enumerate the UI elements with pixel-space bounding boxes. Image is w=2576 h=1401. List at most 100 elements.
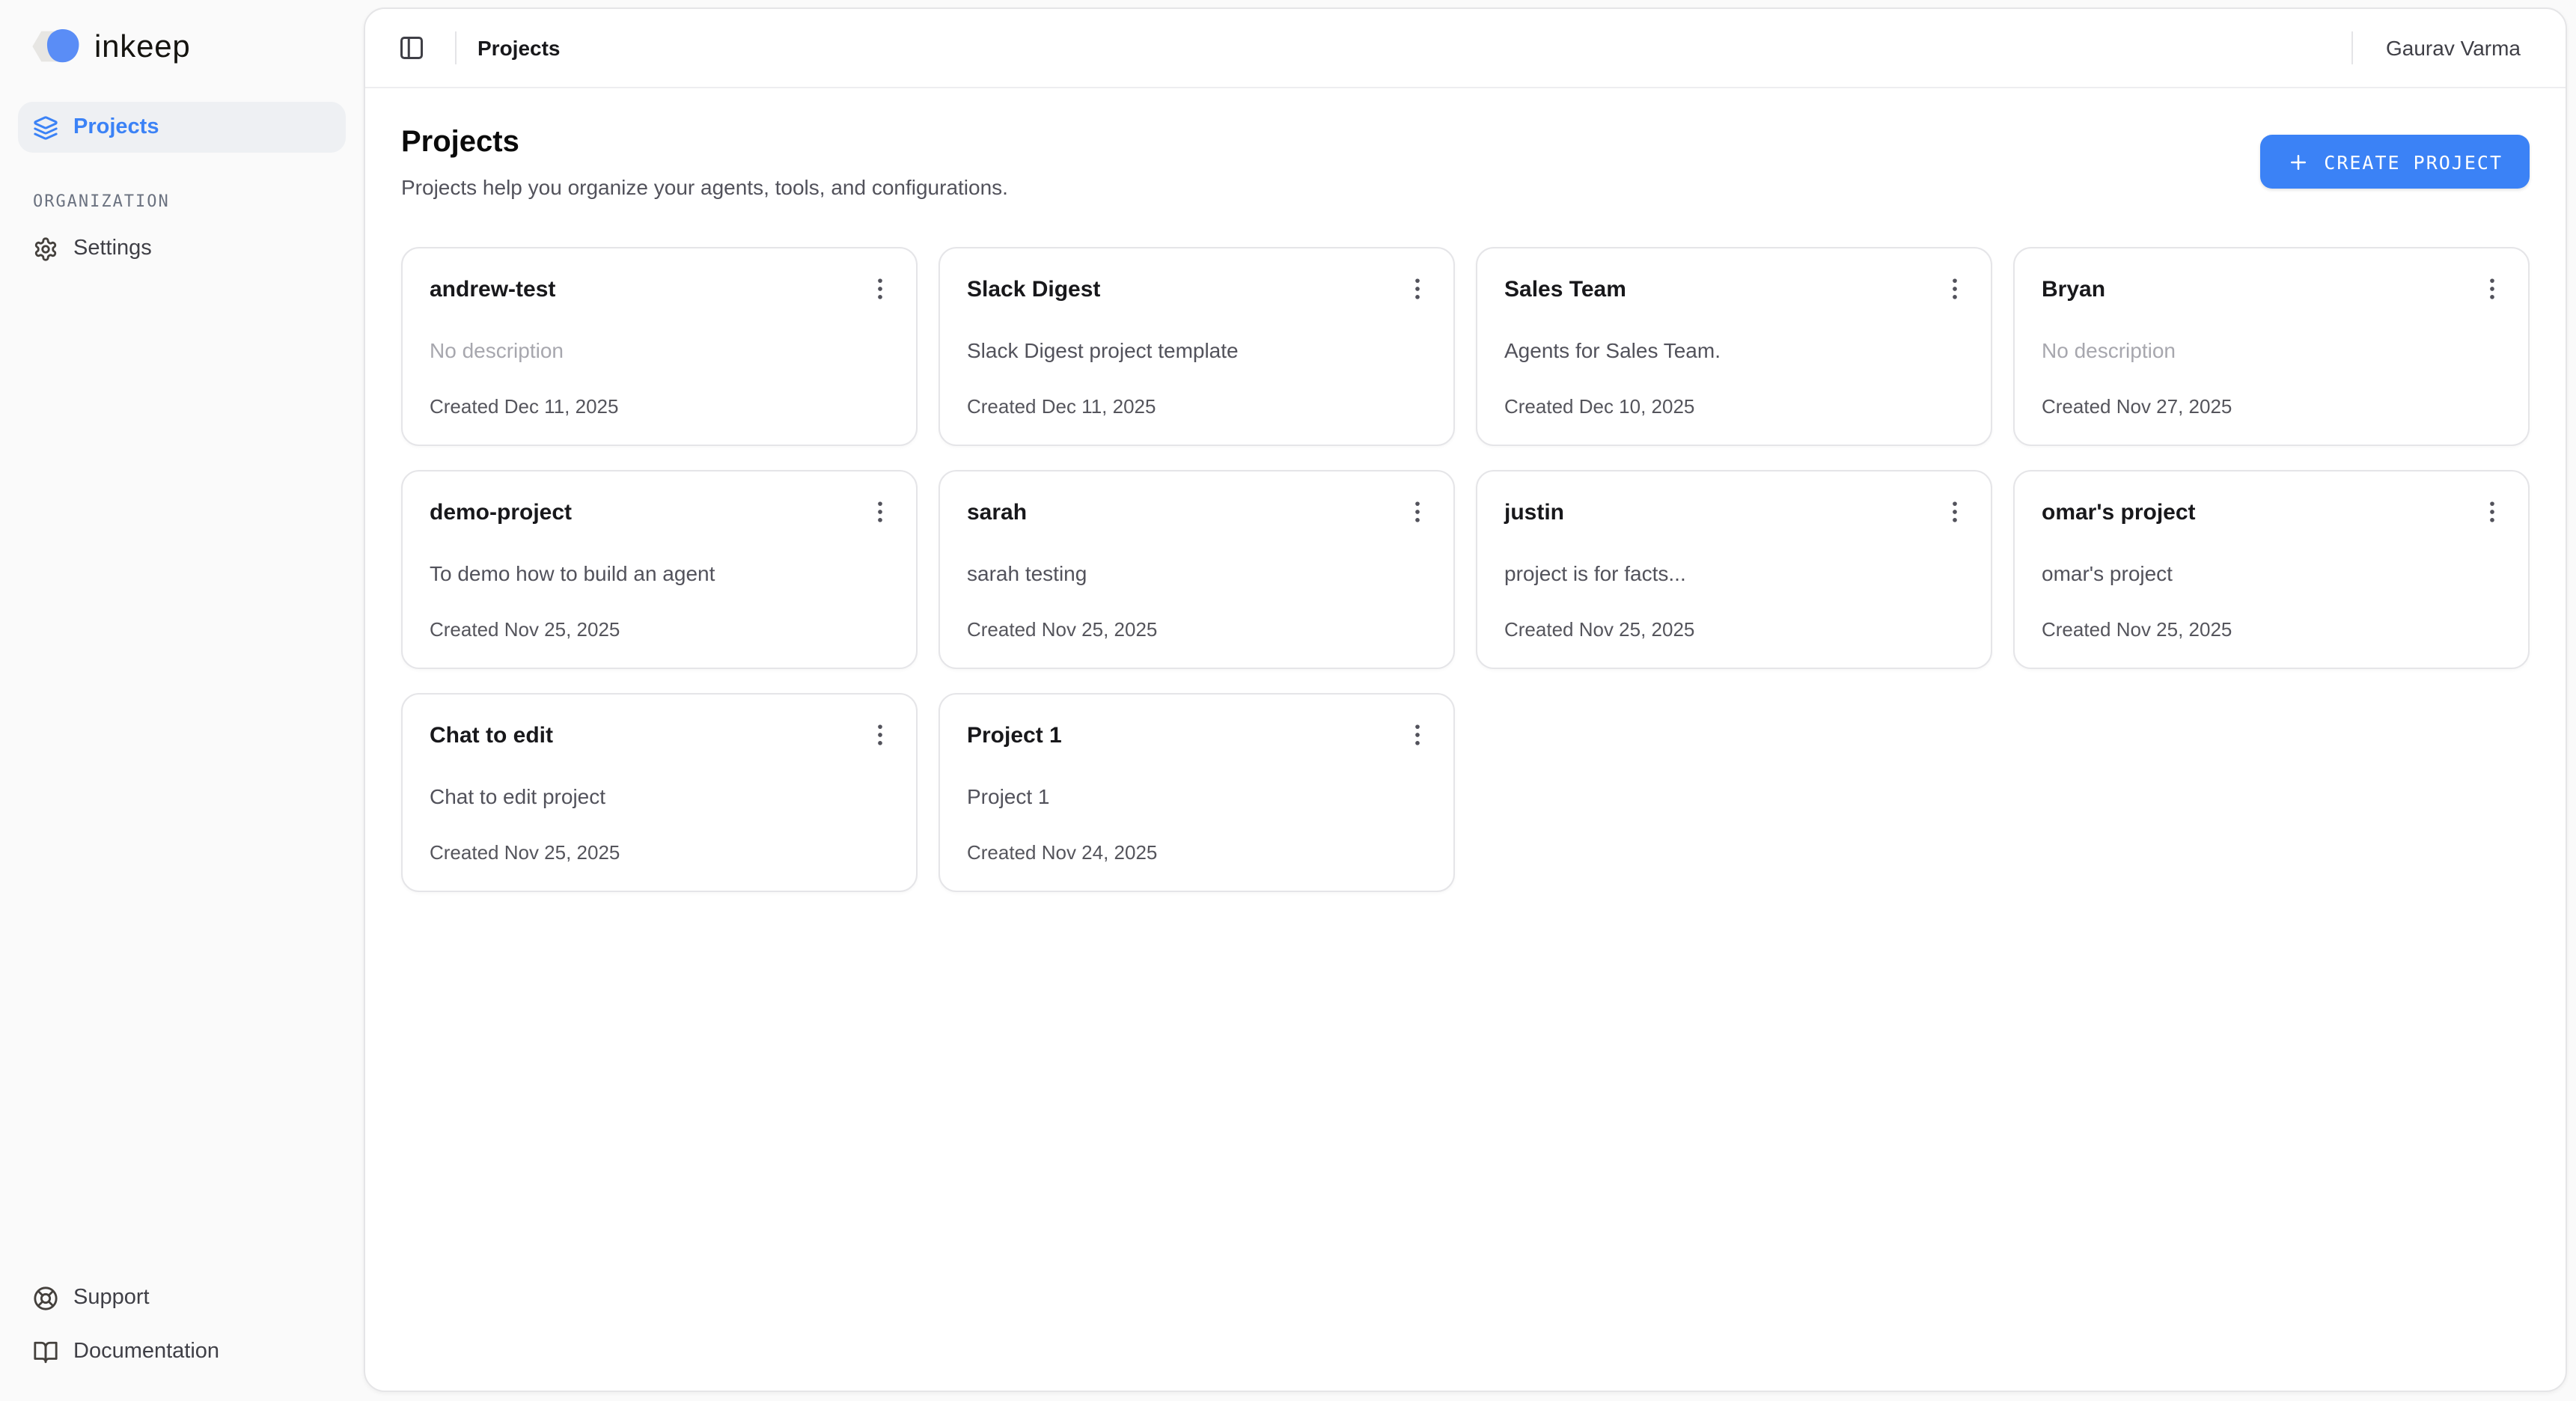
project-description: Chat to edit project: [430, 783, 889, 811]
project-card-header: omar's project: [2042, 498, 2501, 530]
project-created-date: Created Dec 11, 2025: [967, 395, 1426, 418]
projects-grid: andrew-test No description Created Dec 1: [401, 247, 2530, 891]
project-card[interactable]: Chat to edit Chat to edit project Create: [401, 693, 918, 892]
life-buoy-icon: [33, 1285, 58, 1310]
user-menu[interactable]: Gaurav Varma: [2386, 36, 2521, 60]
sidebar-item-support[interactable]: Support: [18, 1272, 346, 1323]
sidebar-nav: Projects: [18, 102, 346, 153]
panel-left-icon: [398, 34, 425, 61]
project-card[interactable]: Bryan No description Created Nov 27, 202: [2013, 247, 2530, 446]
sidebar-item-documentation[interactable]: Documentation: [18, 1326, 346, 1377]
kebab-icon: [2477, 497, 2507, 527]
project-created-date: Created Nov 25, 2025: [2042, 618, 2501, 641]
project-menu-button[interactable]: [1937, 271, 1973, 307]
kebab-icon: [2477, 274, 2507, 304]
sidebar-item-label: Settings: [73, 236, 152, 260]
project-card[interactable]: Sales Team Agents for Sales Team. Create: [1476, 247, 1992, 446]
page-header: Projects Projects help you organize your…: [401, 124, 2530, 199]
project-description: No description: [2042, 337, 2501, 365]
kebab-icon: [1940, 274, 1970, 304]
project-created-date: Created Nov 25, 2025: [430, 618, 889, 641]
project-card[interactable]: Slack Digest Slack Digest project templa…: [938, 247, 1455, 446]
project-card-header: justin: [1504, 498, 1964, 530]
project-description: Slack Digest project template: [967, 337, 1426, 365]
project-card-header: Sales Team: [1504, 275, 1964, 307]
inkeep-logo: inkeep: [30, 27, 340, 66]
book-open-icon: [33, 1339, 58, 1364]
topbar-divider: [455, 31, 457, 64]
project-menu-button[interactable]: [2474, 494, 2510, 530]
project-description: To demo how to build an agent: [430, 560, 889, 588]
main-panel: Projects Gaurav Varma Projects Projects …: [364, 7, 2567, 1392]
project-description: omar's project: [2042, 560, 2501, 588]
kebab-icon: [865, 497, 895, 527]
project-name: Chat to edit: [430, 721, 553, 751]
project-card-header: demo-project: [430, 498, 889, 530]
project-card[interactable]: andrew-test No description Created Dec 1: [401, 247, 918, 446]
project-card[interactable]: omar's project omar's project Created No: [2013, 470, 2530, 669]
project-card-header: Project 1: [967, 721, 1426, 753]
project-card-header: Slack Digest: [967, 275, 1426, 307]
project-menu-button[interactable]: [2474, 271, 2510, 307]
page-header-text: Projects Projects help you organize your…: [401, 124, 1008, 199]
project-card[interactable]: Project 1 Project 1 Created Nov 24, 2025: [938, 693, 1455, 892]
sidebar-item-settings[interactable]: Settings: [18, 223, 346, 274]
kebab-icon: [865, 274, 895, 304]
project-card-header: sarah: [967, 498, 1426, 530]
topbar-divider: [2351, 31, 2353, 64]
create-project-button[interactable]: CREATE PROJECT: [2259, 135, 2530, 189]
project-created-date: Created Nov 27, 2025: [2042, 395, 2501, 418]
organization-section-label: ORGANIZATION: [33, 192, 331, 211]
sidebar-item-label: Support: [73, 1286, 150, 1310]
project-menu-button[interactable]: [1400, 271, 1435, 307]
page-subtitle: Projects help you organize your agents, …: [401, 175, 1008, 199]
kebab-icon: [1403, 497, 1432, 527]
plus-icon: [2286, 150, 2309, 173]
project-name: justin: [1504, 498, 1564, 528]
project-name: andrew-test: [430, 275, 555, 305]
sidebar-item-projects[interactable]: Projects: [18, 102, 346, 153]
inkeep-logo-icon: [30, 27, 81, 66]
project-created-date: Created Nov 25, 2025: [967, 618, 1426, 641]
project-card[interactable]: justin project is for facts... Created N: [1476, 470, 1992, 669]
topbar: Projects Gaurav Varma: [365, 9, 2566, 88]
project-created-date: Created Dec 10, 2025: [1504, 395, 1964, 418]
sidebar-item-label: Documentation: [73, 1340, 219, 1364]
project-name: omar's project: [2042, 498, 2196, 528]
inkeep-wordmark: inkeep: [94, 31, 191, 62]
page-title: Projects: [401, 124, 1008, 160]
create-project-label: CREATE PROJECT: [2324, 150, 2503, 173]
project-description: project is for facts...: [1504, 560, 1964, 588]
project-menu-button[interactable]: [1400, 717, 1435, 753]
project-name: Sales Team: [1504, 275, 1626, 305]
project-name: Slack Digest: [967, 275, 1100, 305]
sidebar-item-label: Projects: [73, 115, 159, 139]
project-description: Agents for Sales Team.: [1504, 337, 1964, 365]
breadcrumb[interactable]: Projects: [477, 36, 561, 60]
project-card-header: Chat to edit: [430, 721, 889, 753]
sidebar-footer: Support Documentation: [18, 1272, 346, 1380]
layers-icon: [33, 115, 58, 140]
topbar-right: Gaurav Varma: [2351, 31, 2521, 64]
kebab-icon: [1403, 720, 1432, 750]
project-name: Project 1: [967, 721, 1062, 751]
project-card[interactable]: demo-project To demo how to build an age…: [401, 470, 918, 669]
projects-page: Projects Projects help you organize your…: [365, 88, 2566, 1391]
project-menu-button[interactable]: [1400, 494, 1435, 530]
project-menu-button[interactable]: [862, 271, 898, 307]
sidebar-toggle-button[interactable]: [389, 25, 434, 70]
app-root: inkeep Projects ORGANIZATION: [0, 0, 2576, 1401]
kebab-icon: [1403, 274, 1432, 304]
project-card-header: Bryan: [2042, 275, 2501, 307]
project-description: No description: [430, 337, 889, 365]
project-menu-button[interactable]: [1937, 494, 1973, 530]
project-card[interactable]: sarah sarah testing Created Nov 25, 2025: [938, 470, 1455, 669]
gear-icon: [33, 236, 58, 261]
project-description: Project 1: [967, 783, 1426, 811]
sidebar-spacer: [18, 274, 346, 1272]
project-created-date: Created Nov 24, 2025: [967, 840, 1426, 863]
project-menu-button[interactable]: [862, 717, 898, 753]
project-description: sarah testing: [967, 560, 1426, 588]
project-menu-button[interactable]: [862, 494, 898, 530]
kebab-icon: [1940, 497, 1970, 527]
